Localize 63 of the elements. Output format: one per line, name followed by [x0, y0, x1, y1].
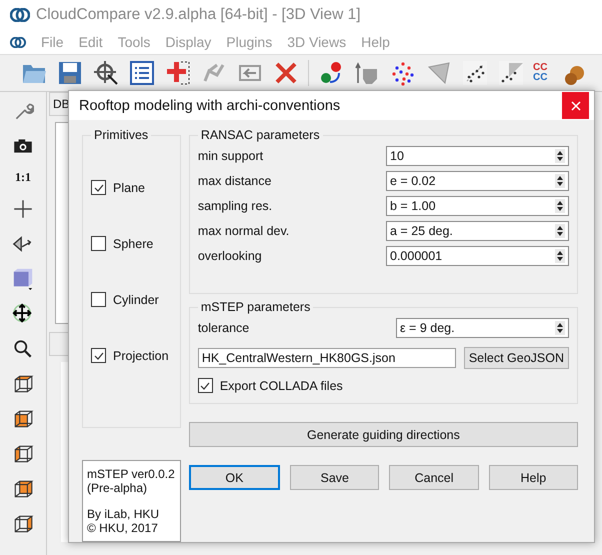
spin-field[interactable]: e = 0.02 — [386, 171, 569, 191]
info-text: By iLab, HKU — [87, 507, 160, 521]
parameter-label: tolerance — [198, 321, 250, 335]
spinner-arrows-icon[interactable] — [555, 174, 565, 188]
info-text: (Pre-alpha) — [87, 481, 148, 495]
move-icon[interactable] — [12, 303, 34, 325]
search-icon[interactable] — [12, 338, 34, 360]
dialog-button[interactable]: Save — [290, 465, 380, 490]
close-icon — [570, 100, 580, 110]
checkbox-label: Sphere — [113, 236, 154, 250]
spinner-arrows-icon[interactable] — [555, 249, 565, 263]
info-text: © HKU, 2017 — [87, 521, 159, 535]
app-logo-icon — [10, 36, 26, 48]
cube-view-icon[interactable] — [12, 373, 34, 395]
list-icon[interactable] — [128, 59, 156, 87]
generate-button[interactable]: Generate guiding directions — [188, 422, 578, 447]
group-title: mSTEP parameters — [200, 300, 312, 314]
dialog-button[interactable]: OK — [188, 465, 280, 490]
spin-field[interactable]: b = 1.00 — [386, 196, 569, 216]
cube-icon[interactable] — [12, 268, 34, 290]
parameter-label: max normal dev. — [198, 224, 290, 238]
spin-field[interactable]: 0.000001 — [386, 246, 569, 266]
window-title: CloudCompare v2.9.alpha [64-bit] - [3D View 1] — [36, 6, 361, 24]
cube-view-icon[interactable] — [12, 513, 34, 535]
checkbox[interactable] — [91, 236, 106, 251]
checkbox[interactable] — [91, 348, 106, 363]
spinner-arrows-icon[interactable] — [555, 199, 565, 213]
group-title: Primitives — [93, 128, 150, 142]
spinner-arrows-icon[interactable] — [555, 149, 565, 163]
info-text: mSTEP ver0.0.2 — [87, 467, 176, 481]
parameter-label: min support — [198, 149, 264, 163]
select-geojson-button[interactable]: Select GeoJSON — [464, 347, 569, 369]
cube-view-icon[interactable] — [12, 443, 34, 465]
spin-field[interactable]: a = 25 deg. — [386, 221, 569, 241]
app-logo-icon — [10, 8, 30, 22]
checkbox-label: Projection — [113, 348, 169, 362]
zoom-ratio-label[interactable]: 1:1 — [15, 170, 31, 185]
dialog-title: Rooftop modeling with archi-conventions — [79, 98, 340, 114]
crosshair-cursor-icon[interactable] — [92, 59, 120, 87]
cube-view-icon[interactable] — [12, 408, 34, 430]
cube-view-icon[interactable] — [12, 478, 34, 500]
group-title: RANSAC parameters — [200, 128, 321, 142]
checkbox[interactable] — [91, 180, 106, 195]
parameter-label: overlooking — [198, 249, 262, 263]
spin-field[interactable]: 10 — [386, 146, 569, 166]
spinner-arrows-icon[interactable] — [555, 321, 565, 335]
dialog-button[interactable]: Cancel — [389, 465, 479, 490]
checkbox-label: Cylinder — [113, 292, 159, 306]
spin-field[interactable]: ε = 9 deg. — [396, 318, 569, 338]
parameter-label: sampling res. — [198, 199, 272, 213]
add-plus-icon[interactable] — [164, 59, 192, 87]
plus-icon[interactable] — [12, 198, 34, 220]
dialog-button[interactable]: Help — [488, 465, 578, 490]
checkbox[interactable] — [91, 292, 106, 307]
checkbox-label: Plane — [113, 180, 145, 194]
checkbox[interactable] — [198, 378, 213, 393]
triangle-arrow-icon[interactable] — [12, 233, 34, 255]
parameter-label: max distance — [198, 174, 272, 188]
file-path-field[interactable]: HK_CentralWestern_HK80GS.json — [198, 348, 456, 368]
spinner-arrows-icon[interactable] — [555, 224, 565, 238]
checkbox-label: Export COLLADA files — [220, 378, 343, 392]
close-button[interactable] — [562, 92, 589, 119]
logo-letters[interactable]: CC CC — [533, 63, 553, 83]
